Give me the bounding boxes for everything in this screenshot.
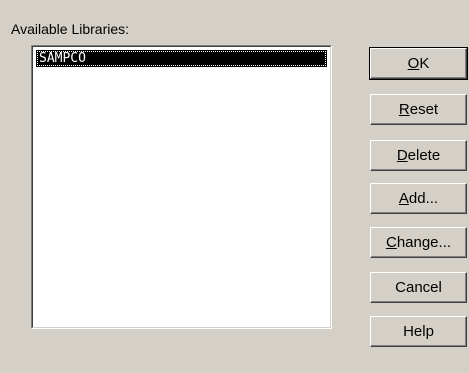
delete-mnemonic: D — [396, 147, 408, 164]
change-button[interactable]: Change... — [370, 227, 467, 258]
add-mnemonic: A — [398, 190, 409, 207]
reset-button[interactable]: Reset — [370, 94, 467, 125]
delete-label-rest: elete — [407, 147, 441, 164]
libraries-dialog: Available Libraries: SAMPCO OK Reset Del… — [0, 0, 469, 373]
change-label-rest: hange... — [396, 234, 452, 251]
available-libraries-label: Available Libraries: — [11, 21, 130, 37]
cancel-button[interactable]: Cancel — [370, 272, 467, 303]
help-button[interactable]: Help — [370, 316, 467, 347]
add-button[interactable]: Add... — [370, 183, 467, 214]
library-item-sampco[interactable]: SAMPCO — [36, 50, 327, 67]
cancel-label: Cancel — [395, 279, 442, 296]
libraries-listbox[interactable]: SAMPCO — [31, 45, 332, 329]
reset-mnemonic: R — [398, 101, 410, 118]
help-label: Help — [403, 323, 434, 340]
libraries-listbox-frame: SAMPCO — [32, 46, 331, 328]
delete-button[interactable]: Delete — [370, 140, 467, 171]
ok-button[interactable]: OK — [369, 47, 468, 80]
ok-label-rest: K — [419, 55, 430, 72]
reset-label-rest: eset — [409, 101, 439, 118]
change-mnemonic: C — [385, 234, 397, 251]
ok-mnemonic: O — [407, 55, 420, 72]
add-label-rest: dd... — [408, 190, 439, 207]
